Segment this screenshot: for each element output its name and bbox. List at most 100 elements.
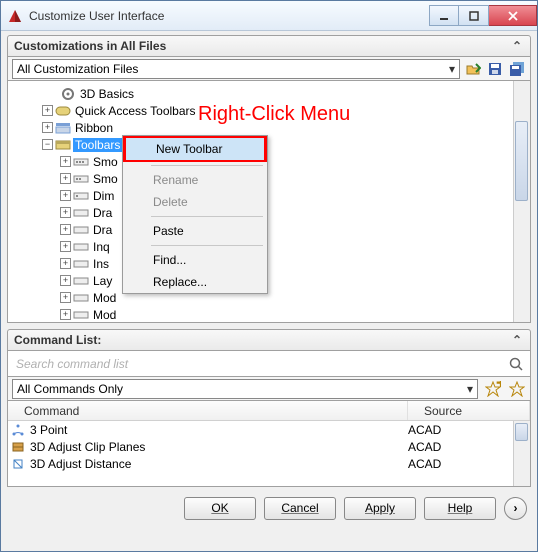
- toolbar-icon: [73, 155, 89, 169]
- customization-files-dropdown-label: All Customization Files: [17, 62, 138, 76]
- command-filter-row: All Commands Only ▾ ✚: [7, 377, 531, 401]
- tree-item-toolbars[interactable]: Toolbars: [73, 138, 122, 152]
- command-filter-dropdown[interactable]: All Commands Only ▾: [12, 379, 478, 399]
- tree-toolbar-item[interactable]: Smo: [91, 172, 120, 186]
- scrollbar-thumb[interactable]: [515, 121, 528, 201]
- tree-toolbar-item[interactable]: Dra: [91, 206, 114, 220]
- list-item[interactable]: 3 Point ACAD: [8, 421, 530, 438]
- command-search-row: [7, 351, 531, 377]
- command-list: Command Source 3 Point ACAD 3D Adjust Cl…: [7, 401, 531, 487]
- toolbar-icon: [73, 308, 89, 322]
- ok-button[interactable]: OK: [184, 497, 256, 520]
- maximize-button[interactable]: [459, 5, 489, 26]
- list-item[interactable]: 3D Adjust Clip Planes ACAD: [8, 438, 530, 455]
- customizations-panel-title: Customizations in All Files: [14, 39, 166, 53]
- customizations-toolbar: All Customization Files ▾: [7, 57, 531, 81]
- tree-toolbar-item[interactable]: Inq: [91, 240, 112, 254]
- expand-icon[interactable]: +: [60, 292, 71, 303]
- ctx-delete: Delete: [123, 191, 267, 213]
- menu-separator: [151, 216, 263, 217]
- expand-icon[interactable]: +: [60, 173, 71, 184]
- list-item[interactable]: 3D Adjust Distance ACAD: [8, 455, 530, 472]
- toolbar-icon: [73, 291, 89, 305]
- cancel-button[interactable]: Cancel: [264, 497, 336, 520]
- gear-icon: [60, 87, 76, 101]
- toolbar-icon: [73, 189, 89, 203]
- toolbar-icon: [73, 172, 89, 186]
- tree-toolbar-item[interactable]: Mod: [91, 308, 118, 322]
- menu-separator: [151, 245, 263, 246]
- annotation-callout: Right-Click Menu: [198, 103, 350, 126]
- search-input[interactable]: [12, 354, 506, 374]
- tree-toolbar-item[interactable]: Ins: [91, 257, 111, 271]
- toolbar-icon: [73, 274, 89, 288]
- apply-button[interactable]: Apply: [344, 497, 416, 520]
- expand-icon[interactable]: +: [60, 156, 71, 167]
- titlebar[interactable]: Customize User Interface: [1, 1, 537, 31]
- context-menu: New Toolbar Rename Delete Paste Find... …: [122, 135, 268, 294]
- save-all-icon[interactable]: [508, 60, 526, 78]
- toolbar-icon: [73, 240, 89, 254]
- window-title: Customize User Interface: [29, 9, 429, 23]
- toolbars-folder-icon: [55, 138, 71, 152]
- expand-icon[interactable]: +: [60, 207, 71, 218]
- collapse-node-icon[interactable]: −: [42, 139, 53, 150]
- expand-icon[interactable]: +: [60, 309, 71, 320]
- tree-toolbar-item[interactable]: Dim: [91, 189, 116, 203]
- command-icon: [8, 457, 28, 471]
- save-icon[interactable]: [486, 60, 504, 78]
- ribbon-icon: [55, 121, 71, 135]
- command-filter-label: All Commands Only: [17, 382, 123, 396]
- ctx-find[interactable]: Find...: [123, 249, 267, 271]
- list-scrollbar[interactable]: [513, 421, 530, 486]
- expand-icon[interactable]: +: [42, 105, 53, 116]
- tree-item-3dbasics[interactable]: 3D Basics: [78, 87, 136, 101]
- collapse-icon[interactable]: ⌃: [510, 333, 524, 347]
- ctx-rename: Rename: [123, 169, 267, 191]
- ctx-new-toolbar[interactable]: New Toolbar: [123, 136, 267, 162]
- tree-toolbar-item[interactable]: Mod: [91, 291, 118, 305]
- minimize-button[interactable]: [429, 5, 459, 26]
- search-icon[interactable]: [506, 354, 526, 374]
- menu-separator: [151, 165, 263, 166]
- column-command-header[interactable]: Command: [8, 401, 408, 420]
- command-list-header[interactable]: Command List: ⌃: [7, 329, 531, 351]
- expand-icon[interactable]: +: [60, 224, 71, 235]
- collapse-icon[interactable]: ⌃: [510, 39, 524, 53]
- open-file-icon[interactable]: [464, 60, 482, 78]
- tree-item-ribbon[interactable]: Ribbon: [73, 121, 115, 135]
- toolbar-icon: [73, 223, 89, 237]
- tree-toolbar-item[interactable]: Lay: [91, 274, 114, 288]
- column-source-header[interactable]: Source: [408, 401, 530, 420]
- quick-access-icon: [55, 104, 71, 118]
- command-name: 3D Adjust Distance: [28, 457, 408, 471]
- customizations-panel: Customizations in All Files ⌃ All Custom…: [7, 35, 531, 323]
- ctx-replace[interactable]: Replace...: [123, 271, 267, 293]
- command-source: ACAD: [408, 423, 530, 437]
- tree-scrollbar[interactable]: [513, 81, 530, 322]
- dropdown-caret-icon: ▾: [467, 382, 473, 396]
- command-name: 3 Point: [28, 423, 408, 437]
- tree-toolbar-item[interactable]: Dra: [91, 223, 114, 237]
- expand-dialog-button[interactable]: ›: [504, 497, 527, 520]
- tree-item-quick-access[interactable]: Quick Access Toolbars: [73, 104, 198, 118]
- tree-toolbar-item[interactable]: Smo: [91, 155, 120, 169]
- expand-icon[interactable]: +: [60, 190, 71, 201]
- scrollbar-thumb[interactable]: [515, 423, 528, 441]
- expand-icon[interactable]: +: [42, 122, 53, 133]
- close-button[interactable]: [489, 5, 537, 26]
- ctx-paste[interactable]: Paste: [123, 220, 267, 242]
- star-icon[interactable]: [508, 380, 526, 398]
- toolbar-icon: [73, 257, 89, 271]
- expand-icon[interactable]: +: [60, 258, 71, 269]
- command-source: ACAD: [408, 440, 530, 454]
- help-button[interactable]: Help: [424, 497, 496, 520]
- command-icon: [8, 423, 28, 437]
- customizations-panel-header[interactable]: Customizations in All Files ⌃: [7, 35, 531, 57]
- star-new-icon[interactable]: ✚: [484, 380, 502, 398]
- expand-icon[interactable]: +: [60, 241, 71, 252]
- customization-files-dropdown[interactable]: All Customization Files ▾: [12, 59, 460, 79]
- expand-icon[interactable]: +: [60, 275, 71, 286]
- command-icon: [8, 440, 28, 454]
- dialog-button-row: OK Cancel Apply Help ›: [1, 491, 537, 525]
